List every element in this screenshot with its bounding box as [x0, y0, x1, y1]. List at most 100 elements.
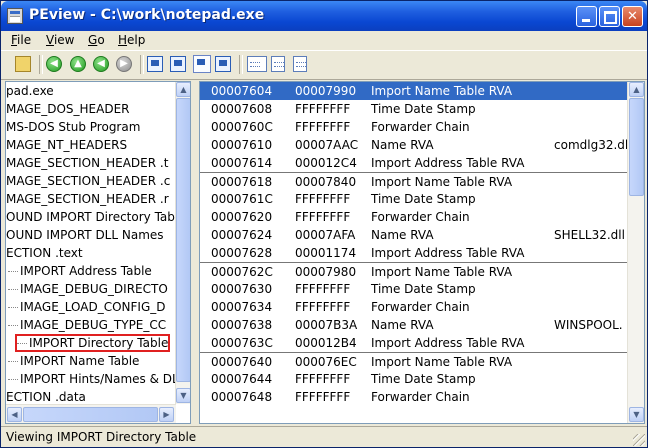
tree-item[interactable]: pad.exe: [6, 82, 54, 100]
data-vertical-scrollbar[interactable]: ▲ ▼: [627, 82, 644, 423]
cell-offset: 00007624: [211, 228, 273, 242]
minimize-button[interactable]: [576, 6, 597, 27]
tree-connector: [8, 325, 18, 326]
window-title: PEview - C:\work\notepad.exe: [29, 7, 265, 23]
tree-item[interactable]: MAGE_NT_HEADERS: [6, 136, 127, 154]
table-row[interactable]: 0000763C 000012B4 Import Address Table RVA: [200, 334, 627, 352]
tree-item[interactable]: MAGE_SECTION_HEADER .t: [6, 154, 168, 172]
table-row[interactable]: 00007618 00007840 Import Name Table RVA: [200, 172, 627, 191]
menu-go[interactable]: Go: [88, 33, 105, 47]
table-row[interactable]: 00007640 000076EC Import Name Table RVA: [200, 352, 627, 371]
table-row[interactable]: 0000762C 00007980 Import Name Table RVA: [200, 262, 627, 281]
app-icon: [7, 8, 23, 24]
table-row[interactable]: 0000761C FFFFFFFF Time Date Stamp: [200, 190, 627, 208]
tree-item[interactable]: OUND IMPORT Directory Tab: [6, 208, 175, 226]
up-icon[interactable]: ▲: [70, 56, 86, 72]
cell-data: 00007990: [295, 84, 357, 98]
scroll-right-icon[interactable]: ▶: [159, 407, 174, 422]
cell-data: 000012B4: [295, 336, 357, 350]
view-raw-icon[interactable]: [147, 56, 163, 72]
table-row[interactable]: 00007610 00007AAC Name RVA comdlg32.dll: [200, 136, 632, 154]
back-icon[interactable]: ◀: [46, 56, 62, 72]
toolbar-separator: [140, 55, 144, 74]
tree-connector: [8, 379, 18, 380]
table-row[interactable]: 00007638 00007B3A Name RVA WINSPOOL.: [200, 316, 627, 334]
cell-data: FFFFFFFF: [295, 300, 351, 314]
forward-icon[interactable]: ◀: [93, 56, 109, 72]
scroll-up-icon[interactable]: ▲: [176, 82, 190, 97]
tree-item[interactable]: IMAGE_DEBUG_TYPE_CC: [8, 316, 166, 334]
toolbar: ◀ ▲ ◀ ▶: [1, 50, 647, 80]
tree-horizontal-scrollbar[interactable]: ◀ ▶: [6, 404, 176, 423]
menu-help[interactable]: Help: [118, 33, 145, 47]
maximize-button[interactable]: [599, 6, 620, 27]
tree-connector: [8, 271, 18, 272]
menu-view[interactable]: View: [46, 33, 74, 47]
scroll-thumb[interactable]: [23, 407, 158, 422]
scroll-up-icon[interactable]: ▲: [629, 82, 644, 97]
scroll-thumb[interactable]: [629, 98, 644, 196]
tree-item[interactable]: MAGE_DOS_HEADER: [6, 100, 130, 118]
cell-description: Time Date Stamp: [371, 192, 476, 206]
title-bar[interactable]: PEview - C:\work\notepad.exe ✕: [1, 1, 647, 31]
tree-item-label: IMPORT Hints/Names & DL: [20, 372, 179, 386]
cell-data: FFFFFFFF: [295, 102, 351, 116]
tree-item[interactable]: IMPORT Name Table: [8, 352, 139, 370]
view-header-icon[interactable]: [170, 56, 186, 72]
close-button[interactable]: ✕: [622, 6, 643, 27]
table-row[interactable]: 00007624 00007AFA Name RVA SHELL32.dll: [200, 226, 627, 244]
data-view[interactable]: 00007604 00007990 Import Name Table RVA 000…: [199, 81, 645, 424]
cell-description: Time Date Stamp: [371, 372, 476, 386]
table-row[interactable]: 00007630 FFFFFFFF Time Date Stamp: [200, 280, 627, 298]
tree-item-label: IMAGE_DEBUG_DIRECTO: [20, 282, 168, 296]
cell-description: Forwarder Chain: [371, 300, 470, 314]
tree-item[interactable]: IMPORT Address Table: [8, 262, 152, 280]
table-row[interactable]: 0000760C FFFFFFFF Forwarder Chain: [200, 118, 627, 136]
scroll-down-icon[interactable]: ▼: [176, 388, 190, 403]
tree-item-selected[interactable]: IMPORT Directory Table: [15, 334, 171, 352]
tree-item-label: IMAGE_DEBUG_TYPE_CC: [20, 318, 167, 332]
table-row[interactable]: 00007634 FFFFFFFF Forwarder Chain: [200, 298, 627, 316]
view-section-icon[interactable]: [215, 56, 231, 72]
view-dword-icon[interactable]: [293, 56, 307, 72]
tree-item-label: MS-DOS Stub Program: [6, 120, 141, 134]
tree-item-label: IMPORT Name Table: [20, 354, 140, 368]
table-row[interactable]: 00007608 FFFFFFFF Time Date Stamp: [200, 100, 627, 118]
view-word-icon[interactable]: [271, 56, 285, 72]
view-byte-icon[interactable]: [247, 56, 267, 72]
tree-item[interactable]: MS-DOS Stub Program: [6, 118, 140, 136]
tree-item[interactable]: OUND IMPORT DLL Names: [6, 226, 164, 244]
table-row[interactable]: 00007644 FFFFFFFF Time Date Stamp: [200, 370, 627, 388]
cell-data: FFFFFFFF: [295, 210, 351, 224]
tree-vertical-scrollbar[interactable]: ▲ ▼: [175, 82, 190, 404]
table-row[interactable]: 00007614 000012C4 Import Address Table RVA: [200, 154, 627, 172]
tree-item-label: ECTION .data: [6, 390, 86, 404]
tree-connector: [8, 361, 18, 362]
scroll-left-icon[interactable]: ◀: [7, 407, 22, 422]
cell-offset: 0000761C: [211, 192, 273, 206]
table-row[interactable]: 00007620 FFFFFFFF Forwarder Chain: [200, 208, 627, 226]
view-dir-icon[interactable]: [193, 55, 211, 73]
tree-item[interactable]: MAGE_SECTION_HEADER .r: [6, 190, 169, 208]
table-row[interactable]: 00007628 00001174 Import Address Table RVA: [200, 244, 627, 262]
cell-data: FFFFFFFF: [295, 120, 351, 134]
file-tree[interactable]: pad.exe MAGE_DOS_HEADER MS-DOS Stub Progra…: [5, 81, 191, 424]
table-row-selected[interactable]: 00007604 00007990 Import Name Table RVA: [200, 82, 627, 100]
open-icon[interactable]: [15, 56, 31, 72]
table-row[interactable]: 00007648 FFFFFFFF Forwarder Chain: [200, 388, 627, 406]
tree-item[interactable]: MAGE_SECTION_HEADER .c: [6, 172, 170, 190]
scroll-thumb[interactable]: [176, 98, 190, 382]
cell-description: Import Address Table RVA: [371, 246, 525, 260]
cell-description: Import Name Table RVA: [371, 355, 513, 369]
tree-item[interactable]: ECTION .text: [6, 244, 83, 262]
tree-item-label: pad.exe: [6, 84, 54, 98]
toolbar-separator: [239, 55, 243, 74]
tree-item-label: MAGE_NT_HEADERS: [6, 138, 128, 152]
tree-item[interactable]: IMPORT Hints/Names & DL: [8, 370, 179, 388]
tree-connector: [17, 343, 27, 344]
tree-item[interactable]: IMAGE_DEBUG_DIRECTO: [8, 280, 168, 298]
menu-file[interactable]: File: [11, 33, 31, 47]
scroll-down-icon[interactable]: ▼: [629, 407, 644, 422]
tree-item[interactable]: IMAGE_LOAD_CONFIG_D: [8, 298, 166, 316]
resize-grip-icon[interactable]: [633, 434, 645, 446]
